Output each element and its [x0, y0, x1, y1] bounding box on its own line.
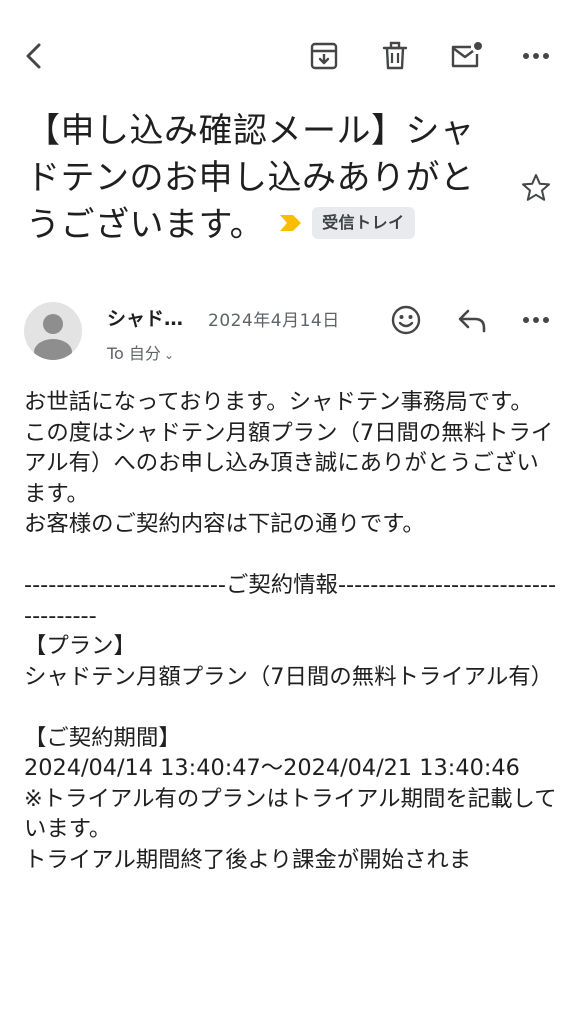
more-horizontal-icon[interactable] [518, 38, 554, 74]
emoji-reaction-icon[interactable] [388, 302, 424, 338]
recipient-text: To 自分 [107, 344, 161, 363]
body-line [24, 692, 559, 723]
chevron-down-icon: ⌄ [163, 348, 174, 362]
back-arrow-icon[interactable] [16, 38, 52, 74]
reply-icon[interactable] [454, 302, 490, 338]
body-line: 2024/04/14 13:40:47～2024/04/21 13:40:46 [24, 755, 520, 781]
sender-name[interactable]: シャド… [107, 304, 183, 331]
recipient-toggle[interactable]: To 自分 ⌄ [107, 340, 174, 364]
body-line: トライアル期間終了後より課金が開始されま [24, 846, 472, 873]
email-body: お世話になっております。シャドテン事務局です。この度はシャドテン月額プラン（7日… [24, 387, 559, 875]
avatar[interactable] [24, 302, 82, 360]
top-toolbar [0, 0, 577, 110]
body-line [24, 540, 559, 571]
label-chip[interactable]: 受信トレイ [278, 206, 415, 239]
trash-icon[interactable] [377, 38, 413, 74]
body-line: 【ご契約期間】 [24, 724, 181, 751]
body-line: 【プラン】 [24, 633, 136, 659]
body-line: この度はシャドテン月額プラン（7日間の無料トライアル有）へのお申し込み頂き誠にあ… [24, 419, 554, 507]
body-line: お世話になっております。シャドテン事務局です。 [24, 389, 533, 415]
email-date: 2024年4月14日 [208, 311, 340, 331]
message-more-icon[interactable] [518, 302, 554, 338]
body-line: ※トライアル有のプランはトライアル期間を記載しています。 [24, 785, 557, 843]
body-line: -------------------------ご契約情報----------… [24, 572, 557, 629]
body-line: シャドテン月額プラン（7日間の無料トライアル有） [24, 663, 554, 690]
email-subject: 【申し込み確認メール】シャドテンのお申し込みありがとうございます。 受信トレイ [26, 108, 496, 249]
mark-unread-icon[interactable] [448, 38, 484, 74]
importance-marker-icon [280, 214, 302, 231]
inbox-label[interactable]: 受信トレイ [312, 206, 415, 239]
archive-icon[interactable] [306, 38, 342, 74]
star-icon[interactable] [520, 172, 552, 204]
body-line: お客様のご契約内容は下記の通りです。 [24, 511, 425, 537]
